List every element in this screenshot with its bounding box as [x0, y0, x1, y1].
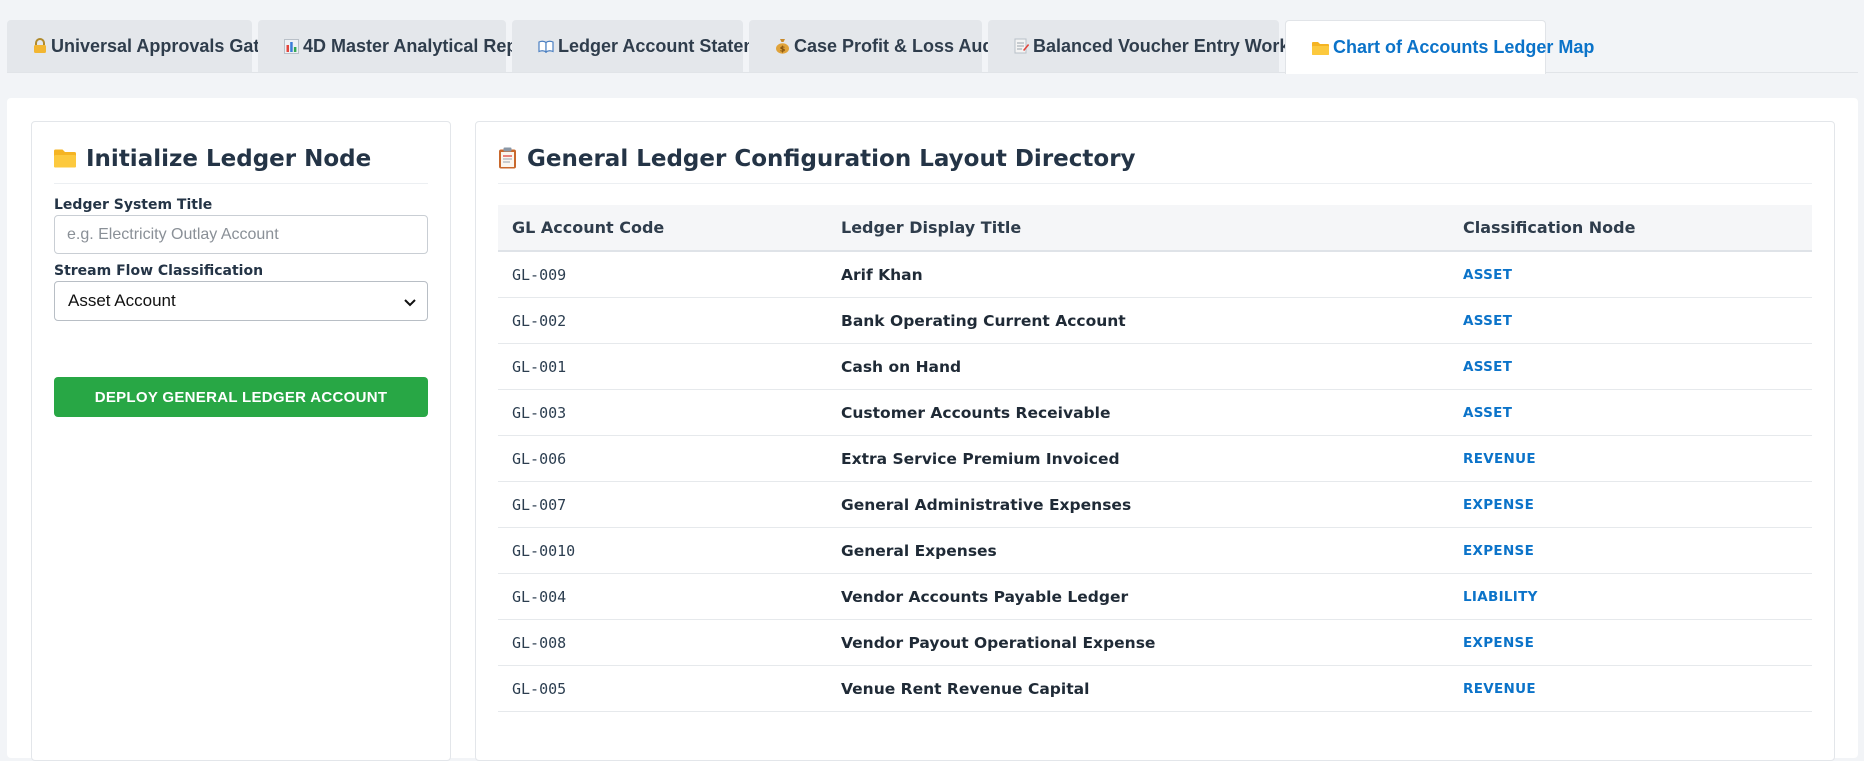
table-row: GL-005 Venue Rent Revenue Capital REVENU…	[498, 666, 1812, 712]
account-code-cell: GL-0010	[512, 541, 576, 560]
account-code-cell: GL-002	[512, 311, 567, 330]
tab-profit-loss-auditor[interactable]: $ Case Profit & Loss Auditor	[749, 20, 1022, 72]
account-code-cell: GL-006	[512, 449, 567, 468]
ledger-directory-panel: General Ledger Configuration Layout Dire…	[475, 121, 1835, 761]
column-header-title: Ledger Display Title	[841, 218, 1022, 237]
account-title-cell: Extra Service Premium Invoiced	[841, 449, 1120, 468]
tab-ledger-statement[interactable]: Ledger Account Statement	[512, 20, 786, 72]
classification-label: Stream Flow Classification	[54, 263, 264, 279]
account-code-cell: GL-009	[512, 265, 567, 284]
classification-cell: ASSET	[1463, 404, 1513, 421]
account-code-cell: GL-005	[512, 679, 567, 698]
classification-select[interactable]: Asset Account	[54, 281, 428, 321]
classification-cell: LIABILITY	[1463, 588, 1538, 605]
table-row: GL-009 Arif Khan ASSET	[498, 252, 1812, 298]
account-title-cell: Vendor Accounts Payable Ledger	[841, 587, 1129, 606]
ledger-table: GL Account Code Ledger Display Title Cla…	[498, 205, 1812, 712]
memo-icon	[1014, 38, 1029, 54]
chevron-down-icon	[403, 294, 417, 314]
table-row: GL-003 Customer Accounts Receivable ASSE…	[498, 390, 1812, 436]
account-title-cell: Customer Accounts Receivable	[841, 403, 1111, 422]
classification-cell: ASSET	[1463, 266, 1513, 283]
folder-icon	[1312, 41, 1329, 55]
form-heading: Initialize Ledger Node	[54, 146, 428, 184]
open-book-icon	[538, 40, 554, 53]
directory-heading-text: General Ledger Configuration Layout Dire…	[527, 146, 1136, 172]
account-title-cell: Bank Operating Current Account	[841, 311, 1126, 330]
account-code-cell: GL-001	[512, 357, 567, 376]
column-header-classification: Classification Node	[1463, 218, 1636, 237]
account-code-cell: GL-004	[512, 587, 567, 606]
table-row: GL-002 Bank Operating Current Account AS…	[498, 298, 1812, 344]
column-header-code: GL Account Code	[512, 218, 665, 237]
bar-chart-icon	[284, 38, 299, 54]
account-code-cell: GL-008	[512, 633, 567, 652]
classification-cell: EXPENSE	[1463, 634, 1535, 651]
table-row: GL-007 General Administrative Expenses E…	[498, 482, 1812, 528]
classification-cell: ASSET	[1463, 312, 1513, 329]
svg-text:$: $	[780, 45, 786, 54]
tab-voucher-entry[interactable]: Balanced Voucher Entry Workspace	[988, 20, 1340, 72]
account-title-cell: General Administrative Expenses	[841, 495, 1132, 514]
classification-cell: EXPENSE	[1463, 542, 1535, 559]
initialize-ledger-form: Initialize Ledger Node Ledger System Tit…	[31, 121, 451, 761]
tab-analytical-reports[interactable]: 4D Master Analytical Reports	[258, 20, 551, 72]
table-row: GL-001 Cash on Hand ASSET	[498, 344, 1812, 390]
account-title-cell: Venue Rent Revenue Capital	[841, 679, 1090, 698]
money-bag-icon: $	[775, 38, 790, 54]
classification-cell: REVENUE	[1463, 450, 1536, 467]
account-title-cell: Cash on Hand	[841, 357, 962, 376]
table-header: GL Account Code Ledger Display Title Cla…	[498, 205, 1812, 252]
account-title-cell: Arif Khan	[841, 265, 923, 284]
account-code-cell: GL-007	[512, 495, 567, 514]
ledger-title-label: Ledger System Title	[54, 197, 213, 213]
module-tab-bar: Universal Approvals Gate (2) 4D Master A…	[7, 20, 1858, 74]
tab-approvals-gate[interactable]: Universal Approvals Gate (2)	[7, 20, 296, 72]
tab-chart-of-accounts[interactable]: Chart of Accounts Ledger Map	[1285, 20, 1594, 74]
table-row: GL-006 Extra Service Premium Invoiced RE…	[498, 436, 1812, 482]
lock-icon	[33, 38, 47, 54]
table-row: GL-008 Vendor Payout Operational Expense…	[498, 620, 1812, 666]
table-row: GL-0010 General Expenses EXPENSE	[498, 528, 1812, 574]
classification-cell: EXPENSE	[1463, 496, 1535, 513]
classification-cell: REVENUE	[1463, 680, 1536, 697]
table-row: GL-004 Vendor Accounts Payable Ledger LI…	[498, 574, 1812, 620]
account-title-cell: Vendor Payout Operational Expense	[841, 633, 1156, 652]
chart-of-accounts-view: Initialize Ledger Node Ledger System Tit…	[7, 98, 1858, 761]
folder-icon	[54, 146, 76, 168]
directory-heading: General Ledger Configuration Layout Dire…	[498, 146, 1812, 184]
account-code-cell: GL-003	[512, 403, 567, 422]
deploy-ledger-button[interactable]: DEPLOY GENERAL LEDGER ACCOUNT	[54, 377, 428, 417]
classification-cell: ASSET	[1463, 358, 1513, 375]
form-heading-text: Initialize Ledger Node	[86, 146, 372, 172]
tab-label: Chart of Accounts Ledger Map	[1333, 37, 1595, 57]
account-title-cell: General Expenses	[841, 541, 997, 560]
classification-selected-value: Asset Account	[68, 291, 176, 310]
clipboard-icon	[498, 146, 517, 169]
ledger-title-input[interactable]	[54, 215, 428, 254]
